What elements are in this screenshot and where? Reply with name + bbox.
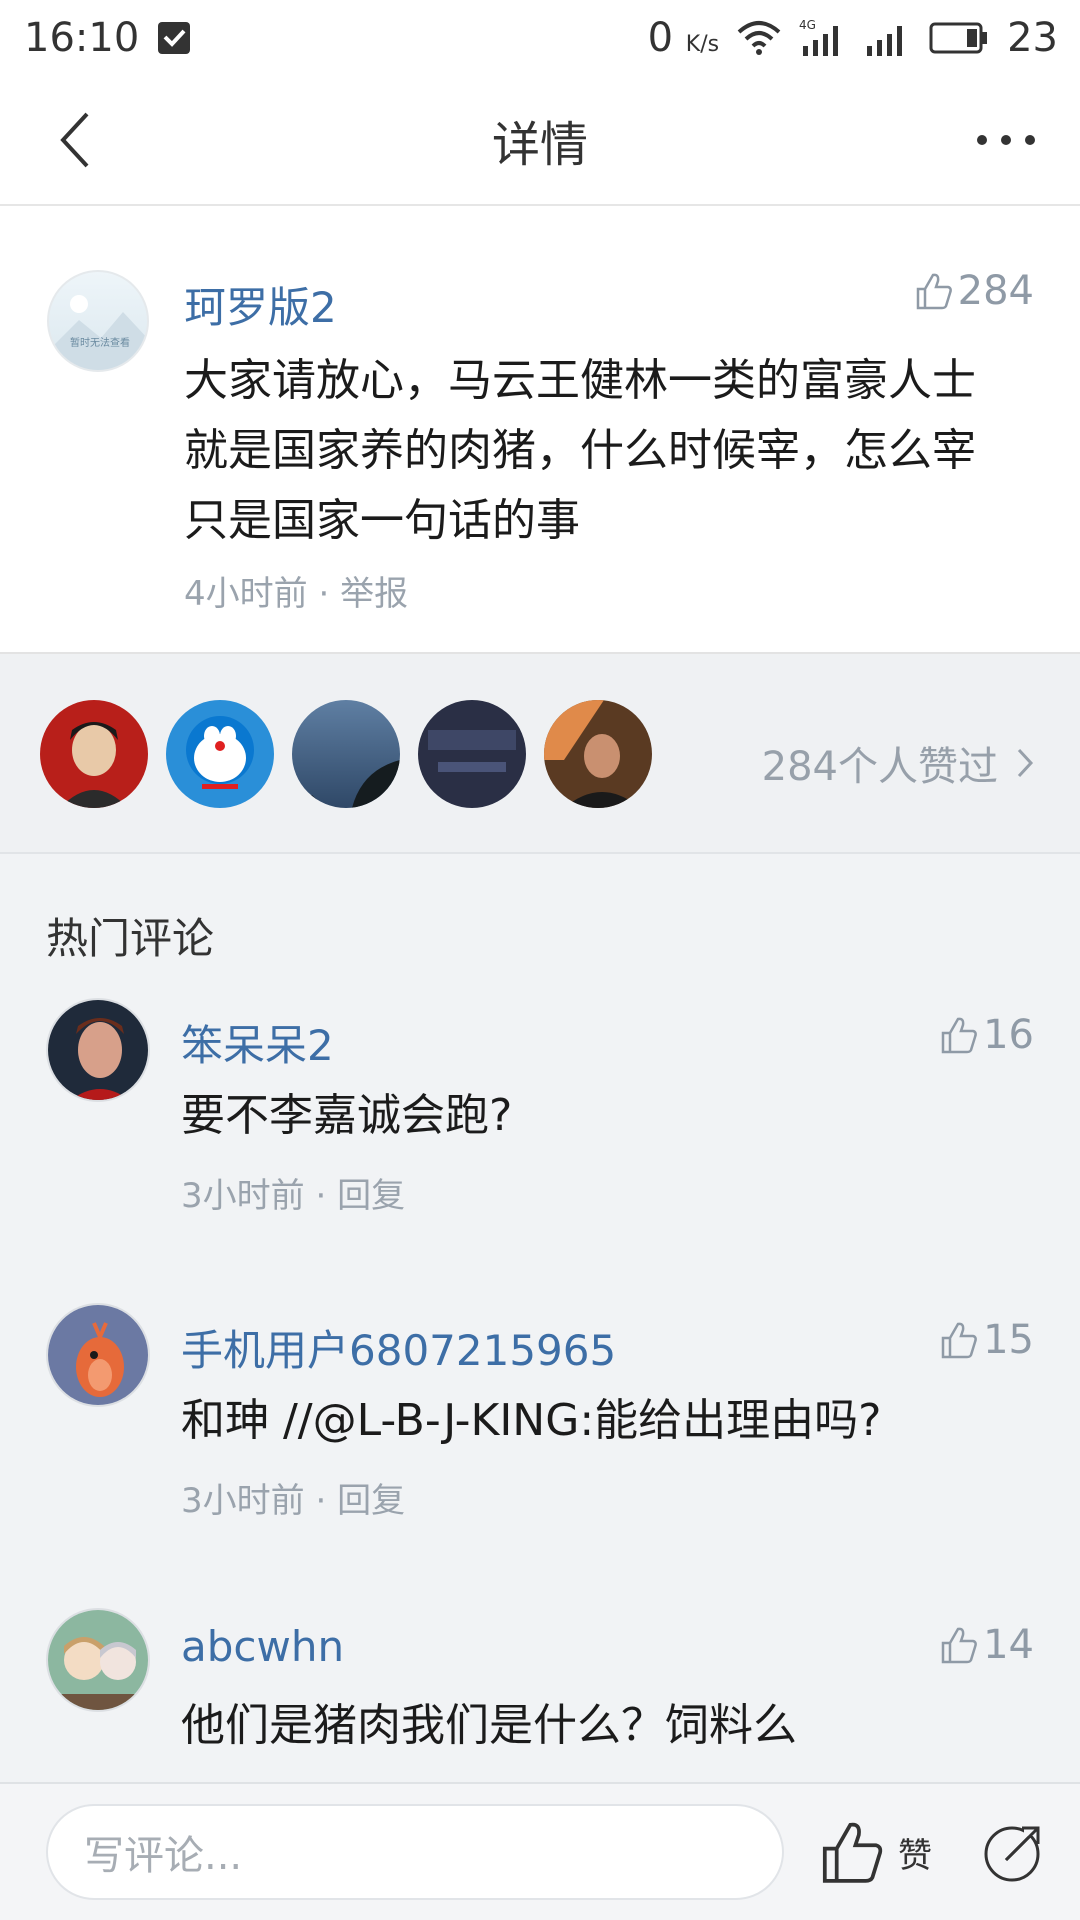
meta-separator: · bbox=[307, 574, 341, 614]
thumbs-up-icon bbox=[941, 1322, 977, 1359]
signal-4g-icon: 4G bbox=[799, 18, 847, 58]
comment-like-button[interactable]: 15 bbox=[939, 1317, 1034, 1363]
comment-item: abcwhn 14 他们是猪肉我们是什么？饲料么 bbox=[0, 1608, 1080, 1782]
comment-text: 他们是猪肉我们是什么？饲料么 bbox=[181, 1700, 797, 1751]
back-button[interactable] bbox=[40, 105, 110, 175]
comment-like-button[interactable]: 14 bbox=[939, 1622, 1034, 1668]
liker-avatar-5[interactable] bbox=[544, 700, 652, 808]
liker-avatar-3[interactable] bbox=[292, 700, 400, 808]
notification-icon bbox=[157, 21, 191, 55]
signal-icon bbox=[865, 18, 911, 58]
likers-row[interactable]: 284个人赞过 bbox=[0, 654, 1080, 854]
like-button[interactable]: 赞 bbox=[818, 1806, 932, 1898]
comment-author-avatar[interactable] bbox=[46, 998, 150, 1102]
battery-level: 23 bbox=[1007, 14, 1058, 61]
status-right: 0 K/s 4G 23 bbox=[648, 15, 1058, 61]
thumbs-up-icon bbox=[916, 273, 952, 310]
comment-item: 手机用户6807215965 15 和珅 //@L-B-J-KING:能给出理由… bbox=[0, 1303, 1080, 1603]
comment-author-avatar[interactable] bbox=[46, 1608, 150, 1712]
liker-avatar-4[interactable] bbox=[418, 700, 526, 808]
comment-input[interactable]: 写评论... bbox=[46, 1804, 784, 1900]
comment-like-count: 14 bbox=[983, 1622, 1034, 1668]
bottom-bar: 写评论... 赞 bbox=[0, 1782, 1080, 1920]
wifi-icon bbox=[737, 20, 781, 56]
avatar-placeholder-text: 暂时无法查看 bbox=[70, 336, 130, 349]
post-meta: 4小时前 · 举报 bbox=[184, 566, 408, 615]
comment-time: 3小时前 bbox=[181, 1481, 305, 1521]
comment-text: 要不李嘉诚会跑? bbox=[181, 1090, 513, 1141]
meta-separator: · bbox=[304, 1481, 338, 1521]
like-button-label: 赞 bbox=[898, 1835, 932, 1876]
network-speed-value: 0 bbox=[647, 14, 674, 61]
share-icon bbox=[984, 1822, 1046, 1882]
reply-link[interactable]: 回复 bbox=[337, 1481, 405, 1521]
comment-author-name[interactable]: 手机用户6807215965 bbox=[181, 1317, 616, 1378]
comment-like-count: 15 bbox=[983, 1317, 1034, 1363]
hot-comments-title: 热门评论 bbox=[46, 914, 215, 963]
thumbs-up-icon bbox=[822, 1822, 883, 1883]
thumbs-up-icon bbox=[941, 1627, 977, 1664]
status-bar: 16:10 0 K/s 4G 23 bbox=[0, 0, 1080, 75]
battery-icon bbox=[929, 21, 989, 55]
network-speed-unit: K/s bbox=[685, 31, 720, 57]
comment-text: 和珅 //@L-B-J-KING:能给出理由吗? bbox=[181, 1395, 882, 1446]
status-time: 16:10 bbox=[24, 14, 140, 61]
more-button[interactable] bbox=[966, 105, 1046, 175]
likers-summary-text: 284个人赞过 bbox=[761, 744, 998, 790]
nav-bar: 详情 bbox=[0, 75, 1080, 206]
post-author-avatar[interactable]: 暂时无法查看 bbox=[47, 270, 149, 372]
post-author-name[interactable]: 珂罗版2 bbox=[184, 274, 337, 335]
network-type-label: 4G bbox=[799, 18, 816, 32]
report-link[interactable]: 举报 bbox=[340, 574, 408, 614]
liker-avatar-2[interactable] bbox=[166, 700, 274, 808]
more-dots-icon bbox=[977, 135, 1035, 145]
main-post: 暂时无法查看 珂罗版2 284 大家请放心，马云王健林一类的富豪人士就是国家养的… bbox=[0, 206, 1080, 654]
network-speed: 0 K/s bbox=[648, 15, 719, 61]
status-left: 16:10 bbox=[24, 15, 191, 61]
comment-item: 笨呆呆2 16 要不李嘉诚会跑? 3小时前 · 回复 bbox=[0, 998, 1080, 1298]
meta-separator: · bbox=[304, 1176, 338, 1216]
chevron-left-icon bbox=[60, 112, 89, 168]
page-title: 详情 bbox=[491, 116, 588, 173]
post-text: 大家请放心，马云王健林一类的富豪人士就是国家养的肉猪，什么时候宰，怎么宰只是国家… bbox=[184, 355, 976, 546]
post-time: 4小时前 bbox=[184, 574, 308, 614]
share-button[interactable] bbox=[968, 1806, 1060, 1898]
chevron-right-icon bbox=[1017, 748, 1034, 778]
reply-link[interactable]: 回复 bbox=[337, 1176, 405, 1216]
comment-time: 3小时前 bbox=[181, 1176, 305, 1216]
comment-meta: 3小时前 · 回复 bbox=[181, 1473, 405, 1522]
liker-avatar-1[interactable] bbox=[40, 700, 148, 808]
post-like-button[interactable]: 284 bbox=[914, 268, 1034, 314]
comment-author-name[interactable]: abcwhn bbox=[181, 1622, 344, 1671]
comment-like-button[interactable]: 16 bbox=[939, 1012, 1034, 1058]
thumbs-up-icon bbox=[941, 1017, 977, 1054]
post-like-count: 284 bbox=[957, 268, 1034, 314]
comment-meta: 3小时前 · 回复 bbox=[181, 1168, 405, 1217]
comment-author-name[interactable]: 笨呆呆2 bbox=[181, 1012, 334, 1073]
comment-author-avatar[interactable] bbox=[46, 1303, 150, 1407]
comment-like-count: 16 bbox=[983, 1012, 1034, 1058]
likers-summary[interactable]: 284个人赞过 bbox=[762, 734, 1034, 792]
